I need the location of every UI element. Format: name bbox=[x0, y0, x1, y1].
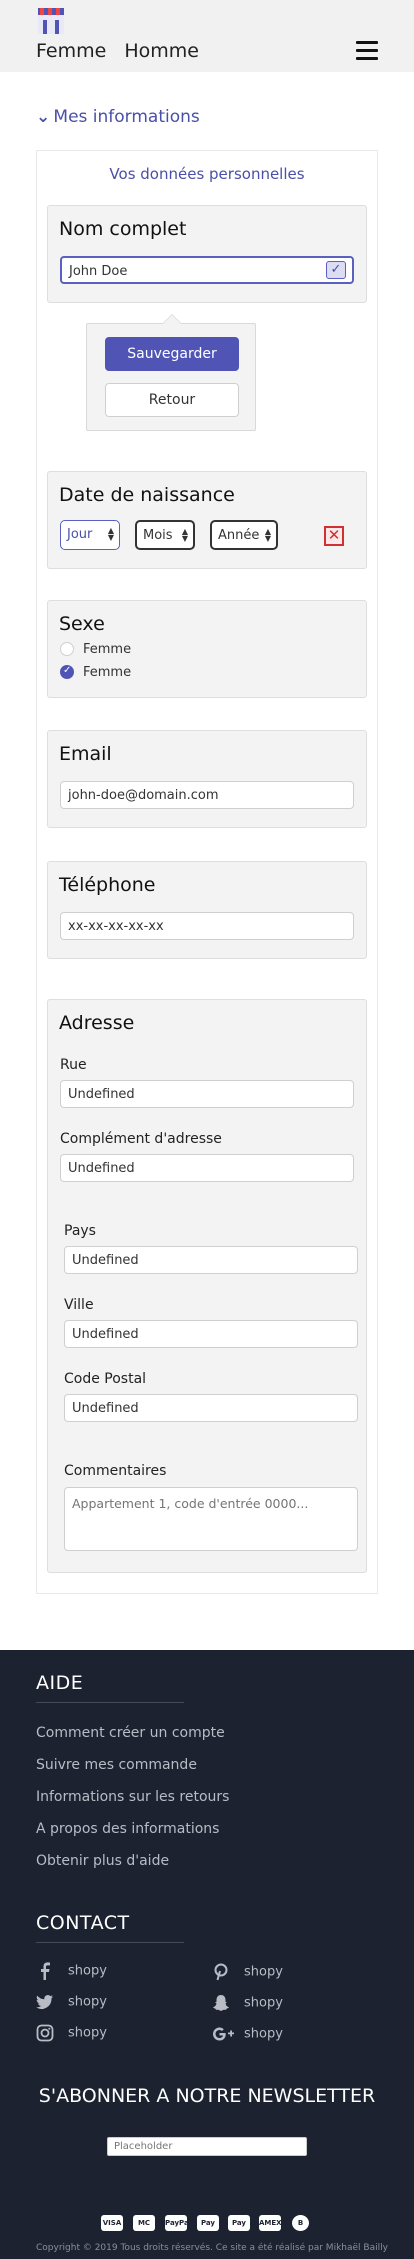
mes-informations-toggle[interactable]: ⌄ Mes informations bbox=[36, 107, 200, 127]
radio-checked-icon bbox=[60, 664, 74, 679]
contact-label: shopy bbox=[244, 1995, 283, 2011]
shop-logo-icon[interactable] bbox=[36, 6, 66, 36]
amazon-pay-icon: Pay bbox=[197, 2215, 219, 2231]
chevron-down-icon: ⌄ bbox=[36, 107, 51, 127]
month-select[interactable]: Mois ▲ ▼ bbox=[135, 520, 195, 550]
select-arrows-icon: ▲ ▼ bbox=[264, 527, 271, 543]
phone-field[interactable]: xx-xx-xx-xx-xx bbox=[60, 912, 354, 940]
email-label: Email bbox=[59, 743, 112, 765]
postal-code-field[interactable]: Undefined bbox=[64, 1394, 358, 1422]
sex-option[interactable]: Femme bbox=[60, 641, 132, 657]
birth-date-group: Date de naissance Jour ▲ ▼ Mois ▲ ▼ Année ▲ ▼ … bbox=[47, 471, 367, 569]
full-name-label: Nom complet bbox=[59, 218, 187, 240]
street-field[interactable]: Undefined bbox=[60, 1080, 354, 1108]
contact-heading: CONTACT bbox=[36, 1912, 130, 1934]
contact-google-plus[interactable]: shopy bbox=[212, 2025, 283, 2043]
contact-snapchat[interactable]: shopy bbox=[212, 1994, 283, 2012]
full-name-group: Nom complet John Doe ✓ bbox=[47, 205, 367, 303]
personal-data-title: Vos données personnelles bbox=[109, 165, 305, 183]
hamburger-icon[interactable] bbox=[356, 41, 378, 61]
help-link[interactable]: Suivre mes commande bbox=[36, 1757, 197, 1773]
phone-label: Téléphone bbox=[59, 874, 156, 896]
city-label: Ville bbox=[64, 1297, 94, 1313]
facebook-icon bbox=[41, 1962, 50, 1980]
contact-label: shopy bbox=[244, 1964, 283, 1980]
newsletter-heading: S'ABONNER A NOTRE NEWSLETTER bbox=[38, 2085, 376, 2107]
top-bar: Femme Homme bbox=[0, 0, 414, 72]
help-heading: AIDE bbox=[36, 1672, 84, 1694]
day-select[interactable]: Jour ▲ ▼ bbox=[60, 520, 120, 550]
check-icon[interactable]: ✓ bbox=[326, 261, 346, 279]
address-complement-label: Complément d'adresse bbox=[60, 1131, 222, 1147]
nav-femme[interactable]: Femme bbox=[36, 40, 106, 62]
country-field[interactable]: Undefined bbox=[64, 1246, 358, 1274]
bitcoin-icon: B bbox=[292, 2215, 309, 2231]
contact-instagram[interactable]: shopy bbox=[36, 2024, 107, 2042]
instagram-icon bbox=[36, 2024, 54, 2042]
full-name-value: John Doe bbox=[69, 264, 128, 279]
address-complement-field[interactable]: Undefined bbox=[60, 1154, 354, 1182]
contact-label: shopy bbox=[68, 2025, 107, 2041]
help-link[interactable]: Comment créer un compte bbox=[36, 1725, 225, 1741]
pinterest-icon bbox=[214, 1963, 228, 1981]
address-group: Adresse Rue Undefined Complément d'adres… bbox=[47, 999, 367, 1573]
select-arrows-icon: ▲ ▼ bbox=[107, 526, 114, 542]
phone-group: Téléphone xx-xx-xx-xx-xx bbox=[47, 861, 367, 959]
comments-label: Commentaires bbox=[64, 1463, 167, 1479]
google-plus-icon bbox=[213, 2027, 234, 2041]
sex-option-label: Femme bbox=[83, 665, 132, 680]
mastercard-icon: MC bbox=[133, 2215, 155, 2231]
divider bbox=[36, 1702, 184, 1703]
save-popover: Sauvegarder Retour bbox=[86, 314, 256, 431]
help-link[interactable]: Obtenir plus d'aide bbox=[36, 1853, 169, 1869]
sex-label: Sexe bbox=[59, 613, 105, 635]
save-button[interactable]: Sauvegarder bbox=[105, 337, 239, 371]
comments-field[interactable] bbox=[64, 1487, 358, 1551]
footer bbox=[0, 1650, 414, 2259]
full-name-input[interactable]: John Doe ✓ bbox=[60, 256, 354, 284]
sex-option[interactable]: Femme bbox=[60, 664, 132, 680]
address-label: Adresse bbox=[59, 1012, 135, 1034]
sex-group: Sexe Femme Femme bbox=[47, 600, 367, 698]
copyright: Copyright © 2019 Tous droits réservés. C… bbox=[36, 2243, 388, 2253]
close-icon[interactable]: ✕ bbox=[324, 526, 344, 546]
sex-option-label: Femme bbox=[83, 642, 132, 657]
street-label: Rue bbox=[60, 1057, 87, 1073]
city-field[interactable]: Undefined bbox=[64, 1320, 358, 1348]
help-link[interactable]: A propos des informations bbox=[36, 1821, 219, 1837]
twitter-icon bbox=[36, 1995, 53, 2009]
contact-label: shopy bbox=[68, 1994, 107, 2010]
year-select-value: Année bbox=[218, 528, 260, 543]
apple-pay-icon: Pay bbox=[228, 2215, 250, 2231]
day-select-value: Jour bbox=[67, 527, 93, 542]
amex-icon: AMEX bbox=[259, 2215, 282, 2231]
postal-code-label: Code Postal bbox=[64, 1371, 147, 1387]
contact-twitter[interactable]: shopy bbox=[36, 1993, 107, 2011]
country-label: Pays bbox=[64, 1223, 96, 1239]
contact-pinterest[interactable]: shopy bbox=[212, 1963, 283, 1981]
select-arrows-icon: ▲ ▼ bbox=[181, 527, 188, 543]
snapchat-icon bbox=[213, 1995, 229, 2011]
contact-label: shopy bbox=[68, 1963, 107, 1979]
radio-icon bbox=[60, 641, 74, 656]
help-link[interactable]: Informations sur les retours bbox=[36, 1789, 229, 1805]
email-group: Email john-doe@domain.com bbox=[47, 730, 367, 828]
paypal-icon: PayPal bbox=[165, 2215, 191, 2231]
visa-icon: VISA bbox=[101, 2215, 123, 2231]
contact-facebook[interactable]: shopy bbox=[36, 1962, 107, 1980]
month-select-value: Mois bbox=[143, 528, 173, 543]
mes-informations-label: Mes informations bbox=[53, 107, 200, 127]
divider bbox=[36, 1942, 184, 1943]
newsletter-input[interactable] bbox=[107, 2137, 307, 2156]
email-field[interactable]: john-doe@domain.com bbox=[60, 781, 354, 809]
contact-label: shopy bbox=[244, 2026, 283, 2042]
back-button[interactable]: Retour bbox=[105, 383, 239, 417]
year-select[interactable]: Année ▲ ▼ bbox=[210, 520, 278, 550]
nav-homme[interactable]: Homme bbox=[124, 40, 199, 62]
birth-date-label: Date de naissance bbox=[59, 484, 235, 506]
main-nav: Femme Homme bbox=[36, 40, 211, 62]
